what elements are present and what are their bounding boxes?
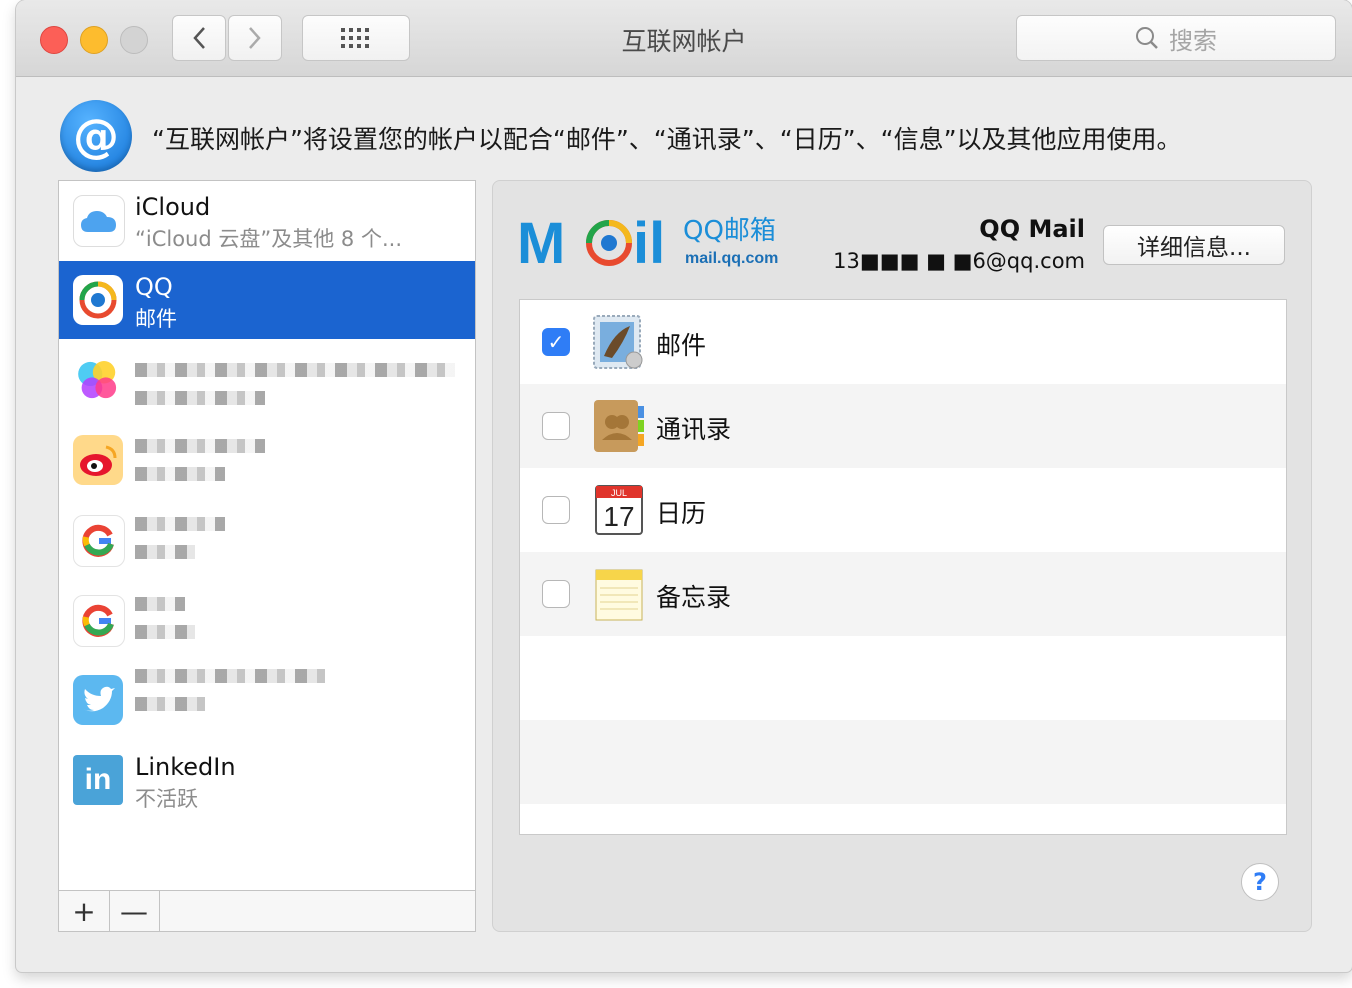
google-icon: [73, 595, 125, 647]
svg-text:il: il: [633, 211, 665, 271]
google-icon: [73, 515, 125, 567]
twitter-icon: [73, 675, 123, 725]
calendar-app-icon: JUL 17: [590, 480, 648, 540]
search-field[interactable]: 搜索: [1016, 15, 1336, 61]
internet-accounts-window: 互联网帐户 搜索 @ “互联网帐户”将设置您的帐户以配合“邮件”、“通讯录”、“…: [16, 0, 1352, 972]
account-subtitle: 邮件: [135, 307, 177, 331]
search-placeholder: 搜索: [1169, 26, 1217, 55]
details-button[interactable]: 详细信息...: [1103, 225, 1285, 265]
service-label: 邮件: [656, 331, 707, 360]
accounts-list: iCloud “iCloud 云盘”及其他 8 个... QQ 邮件 in Li…: [58, 180, 476, 932]
account-item-linkedin[interactable]: in LinkedIn 不活跃: [59, 741, 475, 819]
redacted-account-subtitle: [135, 391, 265, 405]
qq-mail-icon: [73, 275, 123, 325]
logo-text: QQ邮箱: [683, 216, 776, 246]
qq-mail-logo: M il QQ邮箱 mail.qq.com: [517, 211, 807, 276]
add-account-button[interactable]: +: [59, 891, 110, 931]
account-item-icloud[interactable]: iCloud “iCloud 云盘”及其他 8 个...: [59, 181, 475, 259]
redacted-account-subtitle: [135, 625, 195, 639]
notes-app-icon: [590, 564, 648, 624]
redacted-account-name: [135, 597, 185, 611]
account-item-google-1[interactable]: [59, 501, 475, 579]
account-email: 13■■■ ■ ■6@qq.com: [833, 249, 1085, 273]
redacted-account-name: [135, 669, 325, 683]
account-title: QQ Mail: [979, 215, 1085, 243]
empty-row: [520, 720, 1286, 804]
service-label: 备忘录: [656, 583, 732, 612]
services-list: ✓ 邮件 通讯录 JUL 17 日历 备忘录: [519, 299, 1287, 835]
account-item-game-center[interactable]: [59, 341, 475, 419]
calendar-month: JUL: [611, 488, 627, 498]
account-name: QQ: [135, 273, 173, 301]
title-bar: 互联网帐户 搜索: [16, 0, 1352, 77]
contacts-checkbox[interactable]: [542, 412, 570, 440]
header-description: “互联网帐户”将设置您的帐户以配合“邮件”、“通讯录”、“日历”、“信息”以及其…: [152, 125, 1182, 154]
search-icon: [1136, 27, 1158, 49]
service-row-notes[interactable]: 备忘录: [520, 552, 1286, 636]
account-name: iCloud: [135, 193, 211, 221]
calendar-day: 17: [603, 501, 634, 532]
remove-account-button[interactable]: —: [109, 891, 160, 931]
help-button[interactable]: ?: [1241, 863, 1279, 901]
service-label: 日历: [656, 499, 707, 528]
weibo-icon: [73, 435, 123, 485]
redacted-account-name: [135, 363, 455, 377]
svg-text:M: M: [517, 211, 565, 271]
account-item-google-2[interactable]: [59, 581, 475, 659]
calendar-checkbox[interactable]: [542, 496, 570, 524]
account-item-qq[interactable]: QQ 邮件: [59, 261, 475, 339]
account-name: LinkedIn: [135, 753, 236, 781]
redacted-account-subtitle: [135, 697, 205, 711]
icloud-icon: [73, 195, 125, 247]
redacted-account-name: [135, 439, 265, 453]
account-subtitle: 不活跃: [135, 787, 198, 811]
at-sign-icon: @: [60, 100, 132, 172]
service-row-calendar[interactable]: JUL 17 日历: [520, 468, 1286, 552]
service-row-mail[interactable]: ✓ 邮件: [520, 300, 1286, 384]
sidebar-footer: + —: [59, 890, 475, 931]
account-item-weibo[interactable]: [59, 421, 475, 499]
service-label: 通讯录: [656, 415, 732, 444]
logo-url: mail.qq.com: [685, 250, 778, 267]
account-subtitle: “iCloud 云盘”及其他 8 个...: [135, 227, 402, 251]
service-row-contacts[interactable]: 通讯录: [520, 384, 1286, 468]
account-detail-panel: M il QQ邮箱 mail.qq.com QQ Mail 13■■■ ■ ■6…: [492, 180, 1312, 932]
mail-app-icon: [590, 312, 648, 372]
game-center-icon: [73, 355, 123, 405]
redacted-account-subtitle: [135, 545, 195, 559]
account-item-twitter[interactable]: [59, 661, 475, 739]
empty-row: [520, 636, 1286, 720]
mail-checkbox[interactable]: ✓: [542, 328, 570, 356]
redacted-account-subtitle: [135, 467, 225, 481]
redacted-account-name: [135, 517, 225, 531]
contacts-app-icon: [590, 396, 648, 456]
linkedin-icon: in: [73, 755, 123, 805]
notes-checkbox[interactable]: [542, 580, 570, 608]
